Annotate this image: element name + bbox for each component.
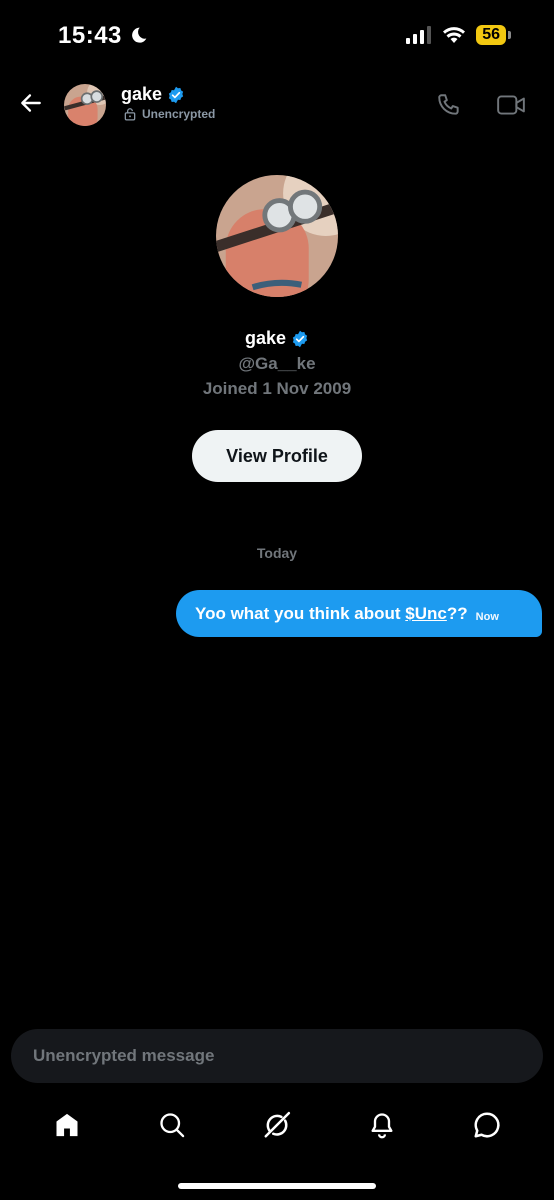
bottom-nav (0, 1100, 554, 1150)
status-indicators: 56 (406, 25, 511, 45)
profile-joined-date: Joined 1 Nov 2009 (202, 379, 352, 398)
profile-handle: @Ga__ke (238, 354, 316, 373)
unlock-icon (124, 108, 136, 121)
avatar-image (64, 84, 106, 126)
phone-icon[interactable] (436, 92, 462, 118)
status-time-text: 15:43 (58, 22, 122, 49)
messages-icon (474, 1112, 500, 1138)
home-icon (56, 1113, 78, 1137)
search-icon (160, 1113, 185, 1138)
wifi-icon (443, 27, 466, 43)
date-separator: Today (256, 545, 298, 561)
moon-icon (132, 27, 147, 43)
verified-badge-icon (292, 330, 308, 347)
battery-indicator: 56 (476, 25, 511, 45)
message-text: Yoo what you think about $Unc?? (195, 604, 468, 624)
encryption-status: Unencrypted (123, 107, 215, 121)
video-call-icon[interactable] (496, 92, 526, 118)
header-name: gake (121, 84, 163, 104)
back-arrow-icon[interactable] (18, 90, 44, 116)
cashtag-link[interactable]: $Unc (405, 604, 447, 623)
home-indicator (178, 1183, 376, 1189)
profile-avatar-image (216, 175, 338, 297)
message-timestamp: Now (475, 610, 499, 623)
nav-messages[interactable] (470, 1108, 504, 1142)
header-avatar[interactable] (64, 84, 106, 126)
status-time: 15:43 (58, 22, 148, 50)
message-text-part: ?? (446, 603, 468, 623)
message-text-part: Yoo what you think about (195, 603, 406, 623)
cellular-signal-icon (406, 26, 432, 44)
message-input[interactable] (31, 1045, 515, 1067)
grok-icon (264, 1111, 291, 1138)
nav-search[interactable] (155, 1108, 189, 1142)
message-bubble-sent[interactable]: Yoo what you think about $Unc?? Now (176, 590, 542, 637)
profile-avatar[interactable] (216, 175, 338, 297)
view-profile-button[interactable]: View Profile (192, 430, 362, 482)
message-composer[interactable] (11, 1029, 543, 1083)
header-name-row[interactable]: gake (121, 84, 185, 105)
verified-badge-icon (168, 86, 184, 103)
profile-name: gake (244, 328, 287, 348)
nav-grok[interactable] (260, 1108, 294, 1142)
profile-name-row: gake (0, 328, 554, 349)
nav-notifications[interactable] (365, 1108, 399, 1142)
nav-home[interactable] (50, 1108, 84, 1142)
notifications-icon (371, 1113, 393, 1139)
encryption-status-text: Unencrypted (142, 107, 216, 121)
